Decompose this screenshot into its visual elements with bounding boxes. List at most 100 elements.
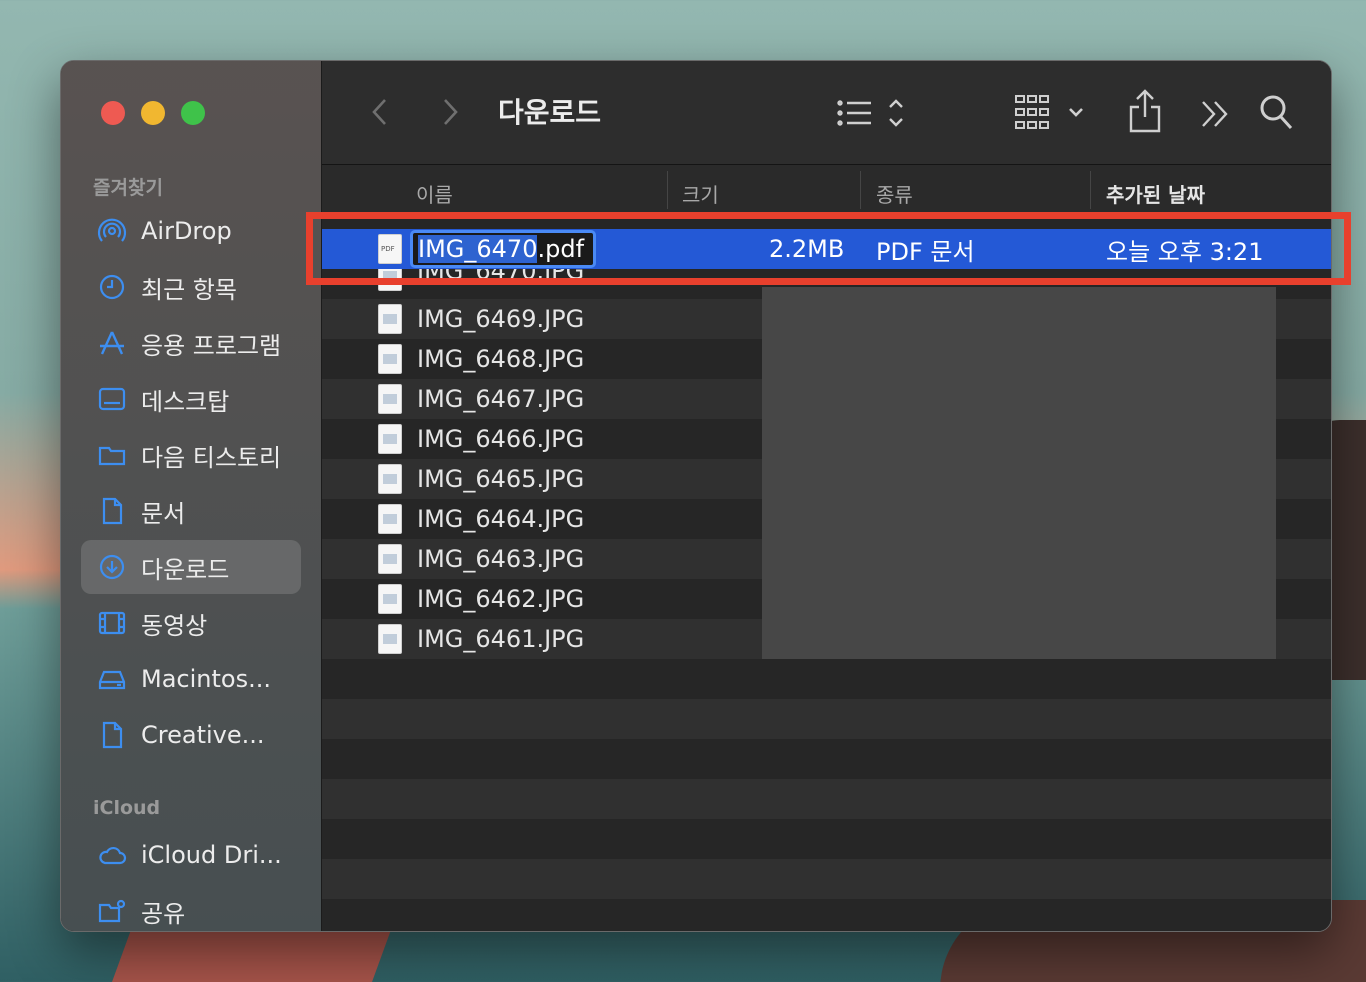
sidebar-item-label: 다운로드 — [141, 555, 230, 584]
empty-row — [322, 739, 1331, 779]
file-date-added: 오늘 오후 3:21 — [1106, 237, 1264, 266]
sidebar-item-label: iCloud Dri... — [141, 841, 282, 869]
disk-icon — [97, 664, 127, 694]
image-file-icon — [378, 464, 402, 494]
sidebar-item-label: AirDrop — [141, 217, 232, 245]
selected-file-row[interactable]: IMG_6470.pdf 2.2MB PDF 문서 오늘 오후 3:21 — [322, 229, 1331, 269]
folder-icon — [97, 440, 127, 470]
sidebar-item-label: Creative... — [141, 721, 265, 749]
image-file-icon — [378, 424, 402, 454]
sidebar-item-recents[interactable]: 최근 항목 — [81, 260, 301, 314]
group-button[interactable] — [1014, 93, 1090, 133]
minimize-button[interactable] — [141, 101, 165, 125]
chevron-left-icon — [372, 99, 386, 125]
sidebar-item-label: 최근 항목 — [141, 275, 237, 304]
file-name: IMG_6462.JPG — [417, 585, 585, 613]
more-toolbar-button[interactable] — [1200, 97, 1230, 131]
column-name[interactable]: 이름 — [416, 179, 453, 208]
empty-row — [322, 659, 1331, 699]
finder-window: 즐겨찾기 AirDrop 최근 항목 응용 프로그램 데스크탑 다음 티스토리 … — [60, 60, 1332, 932]
sidebar-item-movies[interactable]: 동영상 — [81, 596, 301, 650]
desktop-icon — [97, 384, 127, 414]
file-kind: PDF 문서 — [876, 237, 975, 266]
image-file-icon — [378, 344, 402, 374]
sidebar-item-macintosh-hd[interactable]: Macintos... — [81, 652, 301, 706]
main-pane: 다운로드 이름 크기 종류 추가된 날짜 PDF IMG_6470 .pdf 2… — [322, 61, 1331, 931]
zoom-button[interactable] — [181, 101, 205, 125]
sidebar-item-airdrop[interactable]: AirDrop — [81, 204, 301, 258]
column-kind[interactable]: 종류 — [876, 179, 913, 208]
column-divider[interactable] — [667, 171, 668, 209]
file-name: IMG_6464.JPG — [417, 505, 585, 533]
sidebar-item-daum-tistory[interactable]: 다음 티스토리 — [81, 428, 301, 482]
file-name: IMG_6465.JPG — [417, 465, 585, 493]
airdrop-icon — [97, 216, 127, 246]
file-size: 2.2MB — [769, 235, 845, 263]
sidebar-item-creative[interactable]: Creative... — [81, 708, 301, 762]
empty-row — [322, 779, 1331, 819]
sidebar-item-documents[interactable]: 문서 — [81, 484, 301, 538]
empty-row — [322, 819, 1331, 859]
window-controls — [101, 101, 205, 125]
image-file-icon — [378, 384, 402, 414]
sidebar-item-desktop[interactable]: 데스크탑 — [81, 372, 301, 426]
grid-icon — [1015, 95, 1083, 129]
chevron-right-icon — [444, 99, 458, 125]
file-name: IMG_6467.JPG — [417, 385, 585, 413]
toolbar: 다운로드 — [322, 61, 1331, 165]
sidebar: 즐겨찾기 AirDrop 최근 항목 응용 프로그램 데스크탑 다음 티스토리 … — [61, 61, 322, 931]
sidebar-item-downloads[interactable]: 다운로드 — [81, 540, 301, 594]
shared-folder-icon — [97, 896, 127, 926]
search-icon — [1260, 95, 1293, 130]
share-icon — [1129, 89, 1161, 133]
sidebar-item-icloud-drive[interactable]: iCloud Dri... — [81, 828, 301, 882]
cloud-icon — [97, 840, 127, 870]
back-button[interactable] — [366, 95, 392, 129]
sidebar-item-label: 응용 프로그램 — [141, 331, 282, 360]
file-name: IMG_6463.JPG — [417, 545, 585, 573]
rename-extension: .pdf — [537, 235, 585, 263]
rename-selected-text: IMG_6470 — [418, 235, 538, 263]
chevron-double-right-icon — [1202, 101, 1228, 127]
column-divider[interactable] — [860, 171, 861, 209]
column-divider[interactable] — [1090, 171, 1091, 209]
rename-field[interactable]: IMG_6470 .pdf — [410, 230, 596, 268]
sidebar-item-applications[interactable]: 응용 프로그램 — [81, 316, 301, 370]
icloud-header: iCloud — [93, 797, 161, 819]
file-name: IMG_6461.JPG — [417, 625, 585, 653]
image-file-icon — [378, 624, 402, 654]
image-file-icon — [378, 304, 402, 334]
film-icon — [97, 608, 127, 638]
sidebar-item-label: Macintos... — [141, 665, 271, 693]
file-icon — [97, 720, 127, 750]
wallpaper-shape — [109, 930, 391, 982]
blank-overlay-panel — [762, 287, 1276, 659]
view-options-button[interactable] — [834, 95, 914, 131]
window-title: 다운로드 — [498, 96, 602, 129]
file-name: IMG_6466.JPG — [417, 425, 585, 453]
file-name: IMG_6469.JPG — [417, 305, 585, 333]
sidebar-item-shared[interactable]: 공유 — [81, 884, 301, 931]
forward-button[interactable] — [438, 95, 464, 129]
sidebar-item-label: 다음 티스토리 — [141, 443, 282, 472]
sidebar-item-label: 문서 — [141, 499, 186, 528]
favorites-header: 즐겨찾기 — [93, 177, 163, 199]
close-button[interactable] — [101, 101, 125, 125]
search-button[interactable] — [1258, 93, 1294, 131]
empty-row — [322, 859, 1331, 899]
column-header: 이름 크기 종류 추가된 날짜 — [322, 165, 1331, 215]
image-file-icon — [378, 504, 402, 534]
sidebar-item-label: 공유 — [141, 899, 186, 928]
clock-icon — [97, 272, 127, 302]
image-file-icon — [378, 269, 402, 291]
empty-row — [322, 699, 1331, 739]
file-name: IMG_6468.JPG — [417, 345, 585, 373]
image-file-icon — [378, 544, 402, 574]
download-icon — [97, 552, 127, 582]
column-size[interactable]: 크기 — [682, 179, 719, 208]
share-button[interactable] — [1128, 89, 1162, 133]
column-date-added[interactable]: 추가된 날짜 — [1106, 179, 1205, 208]
sidebar-item-label: 동영상 — [141, 611, 208, 640]
document-icon — [97, 496, 127, 526]
image-file-icon — [378, 584, 402, 614]
